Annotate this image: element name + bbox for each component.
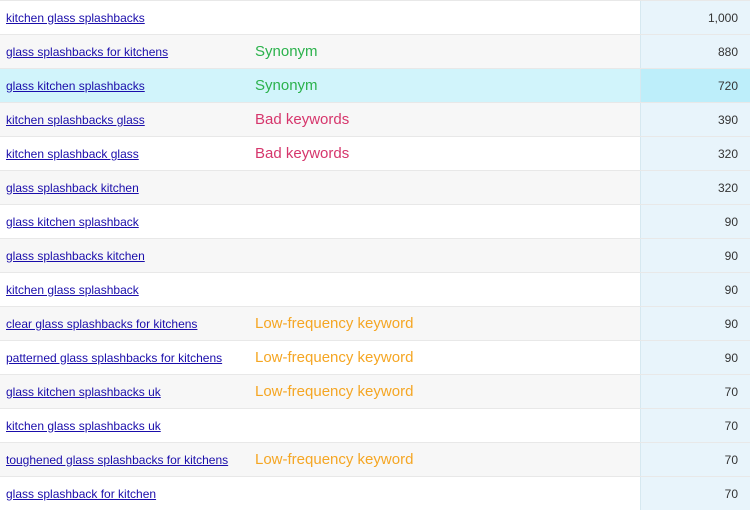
table-row: glass splashbacks kitchen 90	[0, 238, 750, 272]
table-row: kitchen splashback glass Bad keywords 320	[0, 136, 750, 170]
keyword-link[interactable]: toughened glass splashbacks for kitchens	[6, 453, 228, 467]
volume-cell: 720	[640, 69, 750, 102]
keyword-cell: glass splashbacks for kitchens	[0, 45, 255, 59]
keyword-link[interactable]: patterned glass splashbacks for kitchens	[6, 351, 222, 365]
annotation-label: Low-frequency keyword	[255, 315, 413, 332]
keyword-link[interactable]: glass splashback for kitchen	[6, 487, 156, 501]
keyword-link[interactable]: clear glass splashbacks for kitchens	[6, 317, 197, 331]
keyword-cell: glass splashbacks kitchen	[0, 249, 255, 263]
annotation-cell: Synonym	[255, 77, 640, 94]
annotation-cell: Low-frequency keyword	[255, 451, 640, 468]
table-row: kitchen glass splashbacks 1,000	[0, 0, 750, 34]
keyword-link[interactable]: glass kitchen splashback	[6, 215, 139, 229]
keyword-cell: kitchen splashbacks glass	[0, 113, 255, 127]
volume-cell: 70	[640, 477, 750, 510]
volume-cell: 90	[640, 239, 750, 272]
keyword-link[interactable]: glass splashbacks kitchen	[6, 249, 145, 263]
annotation-label: Bad keywords	[255, 111, 349, 128]
annotation-label: Low-frequency keyword	[255, 451, 413, 468]
volume-cell: 90	[640, 205, 750, 238]
keyword-cell: kitchen glass splashbacks uk	[0, 419, 255, 433]
annotation-cell: Low-frequency keyword	[255, 315, 640, 332]
volume-cell: 70	[640, 443, 750, 476]
keyword-cell: kitchen glass splashback	[0, 283, 255, 297]
table-row: glass kitchen splashbacks Synonym 720	[0, 68, 750, 102]
table-row: glass kitchen splashbacks uk Low-frequenc…	[0, 374, 750, 408]
keyword-link[interactable]: glass kitchen splashbacks uk	[6, 385, 161, 399]
keyword-cell: glass kitchen splashbacks	[0, 79, 255, 93]
table-row: kitchen splashbacks glass Bad keywords 390	[0, 102, 750, 136]
annotation-label: Low-frequency keyword	[255, 349, 413, 366]
annotation-cell: Bad keywords	[255, 111, 640, 128]
volume-cell: 90	[640, 341, 750, 374]
volume-cell: 90	[640, 307, 750, 340]
keyword-cell: toughened glass splashbacks for kitchens	[0, 453, 255, 467]
keyword-link[interactable]: kitchen splashback glass	[6, 147, 139, 161]
keyword-cell: glass splashback for kitchen	[0, 487, 255, 501]
volume-cell: 1,000	[640, 1, 750, 34]
table-row: clear glass splashbacks for kitchens Low-…	[0, 306, 750, 340]
table-row: glass splashback for kitchen 70	[0, 476, 750, 510]
annotation-label: Low-frequency keyword	[255, 383, 413, 400]
volume-cell: 880	[640, 35, 750, 68]
table-row: kitchen glass splashback 90	[0, 272, 750, 306]
table-row: patterned glass splashbacks for kitchens…	[0, 340, 750, 374]
keyword-link[interactable]: kitchen glass splashback	[6, 283, 139, 297]
keyword-cell: kitchen splashback glass	[0, 147, 255, 161]
keyword-cell: patterned glass splashbacks for kitchens	[0, 351, 255, 365]
table-row: glass kitchen splashback 90	[0, 204, 750, 238]
keyword-cell: kitchen glass splashbacks	[0, 11, 255, 25]
annotation-cell: Synonym	[255, 43, 640, 60]
keyword-cell: glass kitchen splashbacks uk	[0, 385, 255, 399]
table-row: glass splashbacks for kitchens Synonym 880	[0, 34, 750, 68]
annotation-cell: Low-frequency keyword	[255, 349, 640, 366]
volume-cell: 390	[640, 103, 750, 136]
keyword-link[interactable]: kitchen glass splashbacks uk	[6, 419, 161, 433]
volume-cell: 320	[640, 171, 750, 204]
volume-cell: 90	[640, 273, 750, 306]
annotation-label: Synonym	[255, 43, 318, 60]
keyword-cell: clear glass splashbacks for kitchens	[0, 317, 255, 331]
volume-cell: 70	[640, 375, 750, 408]
keyword-link[interactable]: kitchen glass splashbacks	[6, 11, 145, 25]
annotation-cell: Bad keywords	[255, 145, 640, 162]
table-row: glass splashback kitchen 320	[0, 170, 750, 204]
annotation-label: Synonym	[255, 77, 318, 94]
keyword-link[interactable]: kitchen splashbacks glass	[6, 113, 145, 127]
keyword-cell: glass kitchen splashback	[0, 215, 255, 229]
keyword-table: kitchen glass splashbacks1,000glass spla…	[0, 0, 750, 510]
table-row: toughened glass splashbacks for kitchens…	[0, 442, 750, 476]
volume-cell: 70	[640, 409, 750, 442]
table-row: kitchen glass splashbacks uk 70	[0, 408, 750, 442]
keyword-link[interactable]: glass splashback kitchen	[6, 181, 139, 195]
keyword-link[interactable]: glass kitchen splashbacks	[6, 79, 145, 93]
keyword-cell: glass splashback kitchen	[0, 181, 255, 195]
volume-cell: 320	[640, 137, 750, 170]
annotation-cell: Low-frequency keyword	[255, 383, 640, 400]
keyword-link[interactable]: glass splashbacks for kitchens	[6, 45, 168, 59]
annotation-label: Bad keywords	[255, 145, 349, 162]
